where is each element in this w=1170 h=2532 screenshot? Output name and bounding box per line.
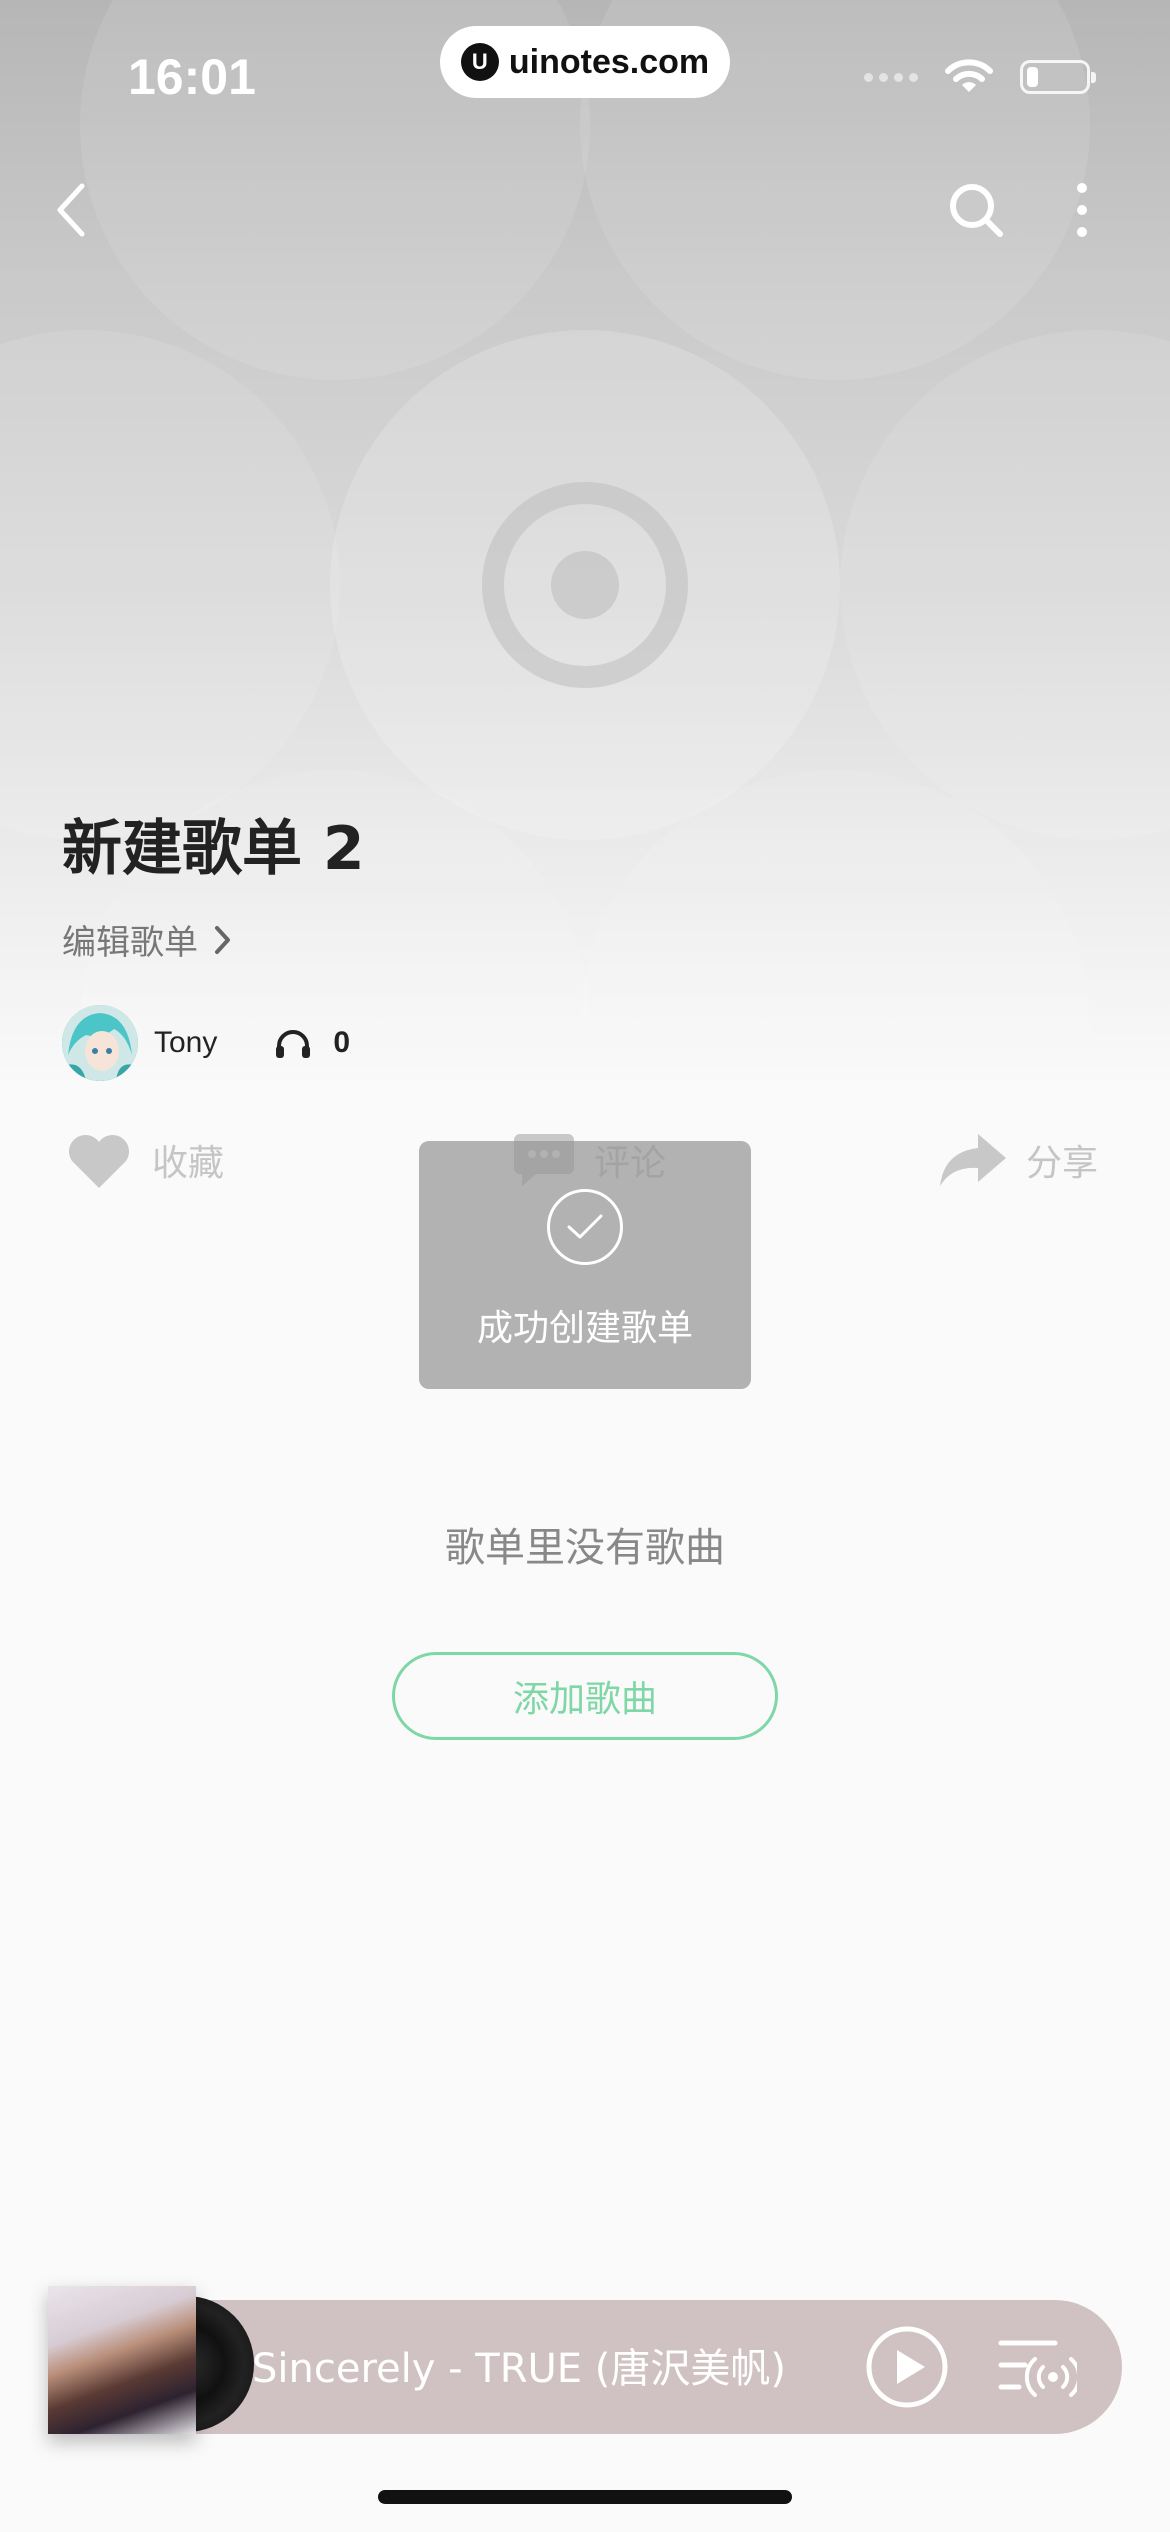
check-circle-icon <box>547 1189 623 1265</box>
creator-row: Tony 0 <box>62 1005 350 1081</box>
more-vertical-icon <box>1077 183 1087 237</box>
home-indicator[interactable] <box>378 2490 792 2504</box>
now-playing-cover[interactable] <box>48 2286 254 2434</box>
wifi-icon <box>945 59 993 92</box>
success-toast: 成功创建歌单 <box>419 1141 751 1389</box>
chevron-right-icon <box>215 925 230 954</box>
check-icon <box>567 1214 603 1239</box>
play-count-value: 0 <box>333 1026 351 1059</box>
favorite-label: 收藏 <box>152 1143 225 1184</box>
avatar[interactable] <box>62 1005 138 1081</box>
share-button[interactable]: 分享 <box>938 1130 1098 1190</box>
status-indicators <box>864 58 1096 96</box>
play-count: 0 <box>273 1026 350 1060</box>
cover-placeholder-center <box>551 551 619 619</box>
background-disc <box>0 330 340 840</box>
battery-level <box>1027 67 1039 87</box>
background-disc <box>840 330 1170 840</box>
empty-state-message: 歌单里没有歌曲 <box>445 1525 725 1571</box>
album-cover-image <box>48 2286 196 2434</box>
share-icon <box>940 1134 1006 1186</box>
heart-icon <box>68 1134 130 1188</box>
playlist-queue-button[interactable] <box>992 2322 1082 2412</box>
add-song-button[interactable]: 添加歌曲 <box>392 1652 778 1740</box>
favorite-button[interactable]: 收藏 <box>64 1130 224 1190</box>
toast-message: 成功创建歌单 <box>476 1308 693 1349</box>
queue-broadcast-icon <box>998 2340 1077 2397</box>
search-button[interactable] <box>936 170 1016 250</box>
site-logo-icon: U <box>460 43 499 81</box>
url-text: uinotes.com <box>508 42 710 81</box>
url-badge[interactable]: U uinotes.com <box>440 26 730 98</box>
now-playing-track[interactable]: Sincerely - TRUE (唐沢美帆) <box>252 2336 786 2394</box>
edit-playlist-link[interactable]: 编辑歌单 <box>62 915 232 964</box>
chevron-left-icon <box>57 183 85 237</box>
more-button[interactable] <box>1042 170 1122 250</box>
play-circle-icon <box>866 2326 948 2408</box>
battery-icon <box>1020 60 1096 94</box>
creator-name[interactable]: Tony <box>154 1026 217 1060</box>
cellular-signal-icon <box>864 72 918 82</box>
back-button[interactable] <box>30 170 110 250</box>
playlist-title: 新建歌单 2 <box>62 814 365 884</box>
playlist-screen: 16:01 U uinotes.com 新建歌单 2 编辑歌单 Tony 0 收… <box>0 0 1170 2532</box>
headphones-icon <box>276 1030 311 1058</box>
status-time: 16:01 <box>128 49 256 105</box>
share-label: 分享 <box>1026 1143 1099 1184</box>
avatar-image <box>62 1005 138 1081</box>
edit-playlist-label: 编辑歌单 <box>62 923 198 963</box>
search-icon <box>950 184 1003 237</box>
play-button[interactable] <box>862 2322 952 2412</box>
